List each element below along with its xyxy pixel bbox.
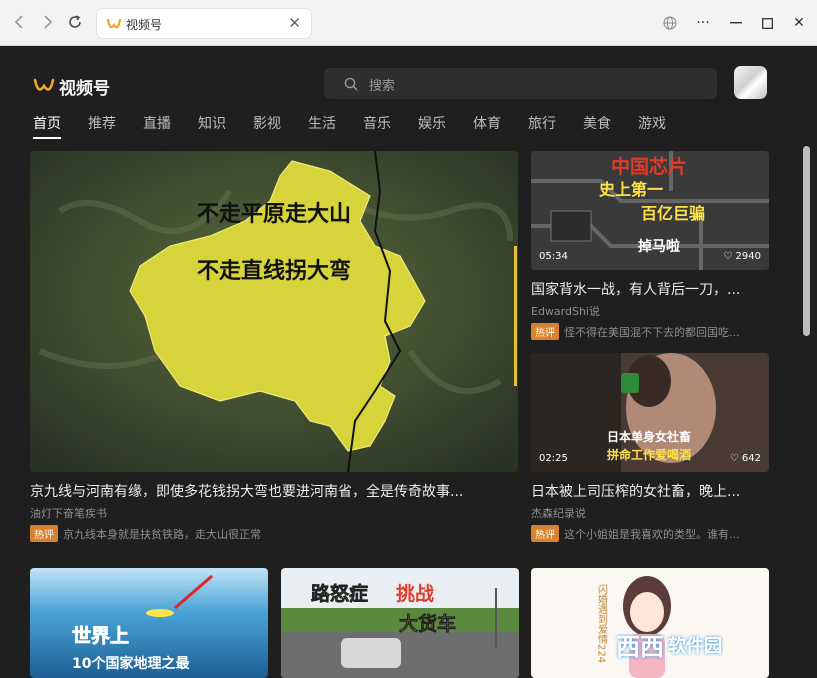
more-button[interactable]: ···	[692, 12, 714, 34]
maximize-icon	[761, 17, 773, 29]
wechat-channels-logo-icon	[106, 17, 122, 36]
chip-hot-comment: 热评 怪不得在美国混不下去的都回国吃...	[531, 323, 769, 340]
tab-live[interactable]: 直播	[143, 113, 171, 139]
close-window-button[interactable]: ✕	[788, 12, 810, 34]
channels-logo-icon	[33, 78, 55, 91]
video-thumbnail-hero[interactable]: 不走平原走大山 不走直线拐大弯	[30, 151, 518, 472]
hot-comment-text: 这个小姐姐是我喜欢的类型。谁有...	[564, 527, 740, 541]
reload-icon	[69, 15, 81, 28]
likes-value: 2940	[735, 251, 761, 262]
logo-text: 视频号	[59, 79, 110, 99]
chevron-left-icon	[14, 15, 23, 29]
chip-overlay-line3: 百亿巨骗	[641, 204, 705, 223]
chip-author[interactable]: EdwardShi说	[531, 303, 600, 319]
video-thumbnail-geography[interactable]: 世界上 10个国家地理之最	[30, 568, 268, 678]
reload-button[interactable]	[65, 12, 85, 32]
office-overlay-line2: 拼命工作爱喝酒	[607, 447, 691, 462]
search-placeholder: 搜索	[369, 79, 396, 94]
chip-overlay-line1: 中国芯片	[611, 155, 687, 178]
watermark-text1: 西西	[616, 633, 664, 661]
hero-overlay-line1: 不走平原走大山	[197, 202, 351, 227]
hero-accent-bar	[514, 246, 517, 386]
tab-home[interactable]: 首页	[33, 113, 61, 139]
browser-chrome: 视频号 ✕ ··· ✕	[0, 0, 817, 46]
video-thumbnail-office[interactable]: 日本单身女社畜 拼命工作爱喝酒 02:25 ♡ 642	[531, 353, 769, 472]
tab-travel[interactable]: 旅行	[528, 113, 556, 139]
heart-icon: ♡	[729, 453, 742, 464]
heart-icon: ♡	[723, 251, 736, 262]
tab-games[interactable]: 游戏	[638, 113, 666, 139]
watermark-text2: 软件园	[668, 635, 722, 657]
hot-comment-text: 京九线本身就是扶贫铁路，走大山很正常	[63, 527, 261, 541]
hero-overlay-line2: 不走直线拐大弯	[197, 258, 351, 284]
tab-entertainment[interactable]: 娱乐	[418, 113, 446, 139]
chip-overlay-line2: 史上第一	[599, 180, 663, 199]
office-author[interactable]: 杰森纪录说	[531, 505, 586, 521]
tab-film[interactable]: 影视	[253, 113, 281, 139]
chevron-right-icon	[44, 15, 53, 29]
cartoon-overlay-line1: 闪婚遇到爱情224	[596, 583, 608, 663]
watermark: 西西 软件园	[616, 627, 722, 662]
likes-count: ♡ 642	[730, 453, 761, 464]
likes-count: ♡ 2940	[723, 251, 761, 262]
avatar[interactable]	[734, 66, 767, 99]
close-icon: ✕	[793, 15, 805, 31]
hot-comment-badge: 热评	[30, 525, 58, 542]
office-hot-comment: 热评 这个小姐姐是我喜欢的类型。谁有...	[531, 525, 769, 542]
office-overlay-line1: 日本单身女社畜	[607, 429, 691, 444]
tab-music[interactable]: 音乐	[363, 113, 391, 139]
translate-button[interactable]	[659, 12, 681, 34]
forward-button[interactable]	[38, 12, 58, 32]
duration-label: 02:25	[539, 453, 568, 464]
video-thumbnail-chip[interactable]: 中国芯片 史上第一 百亿巨骗 掉马啦 05:34 ♡ 2940	[531, 151, 769, 270]
close-tab-icon[interactable]: ✕	[288, 14, 301, 32]
scrollbar[interactable]	[803, 146, 810, 336]
tab-recommend[interactable]: 推荐	[88, 113, 116, 139]
geography-overlay-line2: 10个国家地理之最	[72, 655, 190, 672]
tab-food[interactable]: 美食	[583, 113, 611, 139]
road-overlay-line3: 大货车	[399, 612, 456, 635]
back-button[interactable]	[9, 12, 29, 32]
hero-author[interactable]: 油灯下奋笔疾书	[30, 505, 107, 521]
more-dots-icon: ···	[696, 15, 710, 31]
likes-value: 642	[741, 453, 761, 464]
office-title[interactable]: 日本被上司压榨的女社畜，晚上...	[531, 481, 769, 501]
road-overlay-line1: 路怒症	[311, 582, 368, 605]
search-icon	[344, 76, 358, 95]
chip-title[interactable]: 国家背水一战，有人背后一刀，...	[531, 279, 769, 299]
hero-hot-comment: 热评 京九线本身就是扶贫铁路，走大山很正常	[30, 525, 518, 542]
tab-sports[interactable]: 体育	[473, 113, 501, 139]
globe-icon	[663, 16, 677, 30]
search-input[interactable]: 搜索	[324, 68, 717, 99]
browser-tab[interactable]: 视频号 ✕	[97, 9, 311, 38]
minimize-icon	[730, 22, 742, 24]
road-overlay-line2: 挑战	[396, 583, 434, 605]
channels-app: 视频号 搜索 首页 推荐 直播 知识 影视 生活 音乐 娱乐 体育 旅行 美食 …	[0, 46, 817, 678]
geography-overlay-line1: 世界上	[72, 625, 129, 647]
chip-overlay-line4: 掉马啦	[638, 238, 680, 255]
tab-life[interactable]: 生活	[308, 113, 336, 139]
hot-comment-badge: 热评	[531, 525, 559, 542]
minimize-button[interactable]	[725, 12, 747, 34]
hero-title[interactable]: 京九线与河南有缘，即使多花钱拐大弯也要进河南省，全是传奇故事...	[30, 481, 518, 501]
hot-comment-text: 怪不得在美国混不下去的都回国吃...	[564, 325, 740, 339]
hot-comment-badge: 热评	[531, 323, 559, 340]
video-thumbnail-road[interactable]: 路怒症 挑战 大货车	[281, 568, 519, 678]
category-tabs: 首页 推荐 直播 知识 影视 生活 音乐 娱乐 体育 旅行 美食 游戏	[33, 113, 693, 139]
duration-label: 05:34	[539, 251, 568, 262]
tab-title: 视频号	[126, 18, 163, 32]
tab-knowledge[interactable]: 知识	[198, 113, 226, 139]
app-logo[interactable]: 视频号	[33, 74, 110, 99]
maximize-button[interactable]	[756, 12, 778, 34]
